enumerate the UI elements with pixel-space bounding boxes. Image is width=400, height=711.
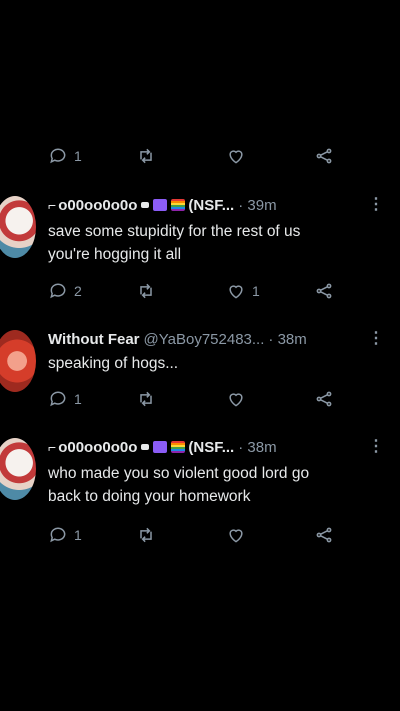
tweet-actions-top: 1 — [48, 145, 348, 167]
like-icon — [229, 529, 243, 543]
timestamp[interactable]: · 38m — [238, 439, 276, 456]
reply-icon — [50, 148, 66, 164]
more-icon[interactable]: ⋮ — [368, 328, 384, 348]
share-icon — [316, 527, 332, 543]
avatar[interactable] — [0, 438, 36, 500]
retweet-button[interactable] — [136, 146, 156, 166]
emoji — [153, 441, 168, 453]
share-icon — [316, 283, 332, 299]
like-button[interactable]: 1 — [226, 281, 260, 301]
like-button[interactable] — [226, 389, 246, 409]
tweet-header: ⌐ o00oo0o0o (NSF... · 39m — [48, 194, 380, 216]
retweet-icon — [140, 148, 152, 164]
share-button[interactable] — [314, 389, 334, 409]
emoji — [153, 199, 168, 211]
emoji — [171, 441, 186, 453]
share-icon — [316, 148, 332, 164]
like-icon — [229, 393, 243, 407]
share-button[interactable] — [314, 525, 334, 545]
share-button[interactable] — [314, 146, 334, 166]
reply-count: 2 — [74, 283, 82, 299]
emoji — [171, 199, 186, 211]
avatar[interactable] — [0, 330, 36, 392]
tweet-header: Without Fear @YaBoy752483... · 38m — [48, 328, 380, 350]
retweet-icon — [140, 527, 152, 543]
display-name[interactable]: o00oo0o0o — [58, 197, 137, 214]
reply-count: 1 — [74, 148, 82, 164]
like-button[interactable] — [226, 146, 246, 166]
retweet-button[interactable] — [136, 525, 156, 545]
display-name[interactable]: Without Fear — [48, 331, 140, 348]
tweet-text-line: back to doing your homework — [48, 488, 251, 505]
tweet-header: ⌐ o00oo0o0o (NSF... · 38m — [48, 436, 380, 458]
tweet-actions: 2 1 — [48, 280, 348, 302]
retweet-icon — [140, 283, 152, 299]
reply-button[interactable]: 1 — [48, 146, 82, 166]
name-suffix: (NSF... — [188, 196, 235, 214]
tweet-actions: 1 — [48, 524, 348, 546]
reply-icon — [50, 283, 66, 299]
share-button[interactable] — [314, 281, 334, 301]
name-suffix: (NSF... — [188, 438, 235, 456]
tweet-text-line: you're hogging it all — [48, 246, 182, 263]
reply-button[interactable]: 2 — [48, 281, 82, 301]
reply-icon — [50, 527, 66, 543]
tweet-actions: 1 — [48, 388, 348, 410]
share-icon — [316, 391, 332, 407]
emoji — [141, 444, 150, 450]
retweet-button[interactable] — [136, 281, 156, 301]
more-icon[interactable]: ⋮ — [368, 194, 384, 214]
tweet-text-line: save some stupidity for the rest of us — [48, 223, 301, 240]
shark-icon: ⌐ — [48, 197, 57, 213]
tweet-text-line: who made you so violent good lord go — [48, 465, 310, 482]
retweet-button[interactable] — [136, 389, 156, 409]
tweet-text-line: speaking of hogs... — [48, 355, 179, 372]
like-icon — [229, 150, 243, 164]
screen: 1 ⌐ o00oo0o0o (NSF... · 39m ⋮ save some … — [0, 0, 400, 711]
reply-icon — [50, 391, 66, 407]
reply-button[interactable]: 1 — [48, 389, 82, 409]
like-icon — [229, 285, 243, 299]
like-button[interactable] — [226, 525, 246, 545]
handle[interactable]: @YaBoy752483... — [144, 331, 265, 348]
retweet-icon — [140, 391, 152, 407]
display-name[interactable]: o00oo0o0o — [58, 439, 137, 456]
emoji — [141, 202, 150, 208]
shark-icon: ⌐ — [48, 439, 57, 455]
like-count: 1 — [252, 283, 260, 299]
tweet-text: who made you so violent good lord go bac… — [48, 462, 376, 508]
tweet-text: save some stupidity for the rest of us y… — [48, 220, 376, 266]
timestamp[interactable]: · 38m — [268, 331, 306, 348]
reply-button[interactable]: 1 — [48, 525, 82, 545]
tweet-text: speaking of hogs... — [48, 352, 376, 375]
avatar[interactable] — [0, 196, 36, 258]
reply-count: 1 — [74, 391, 82, 407]
reply-count: 1 — [74, 527, 82, 543]
more-icon[interactable]: ⋮ — [368, 436, 384, 456]
timestamp[interactable]: · 39m — [238, 197, 276, 214]
